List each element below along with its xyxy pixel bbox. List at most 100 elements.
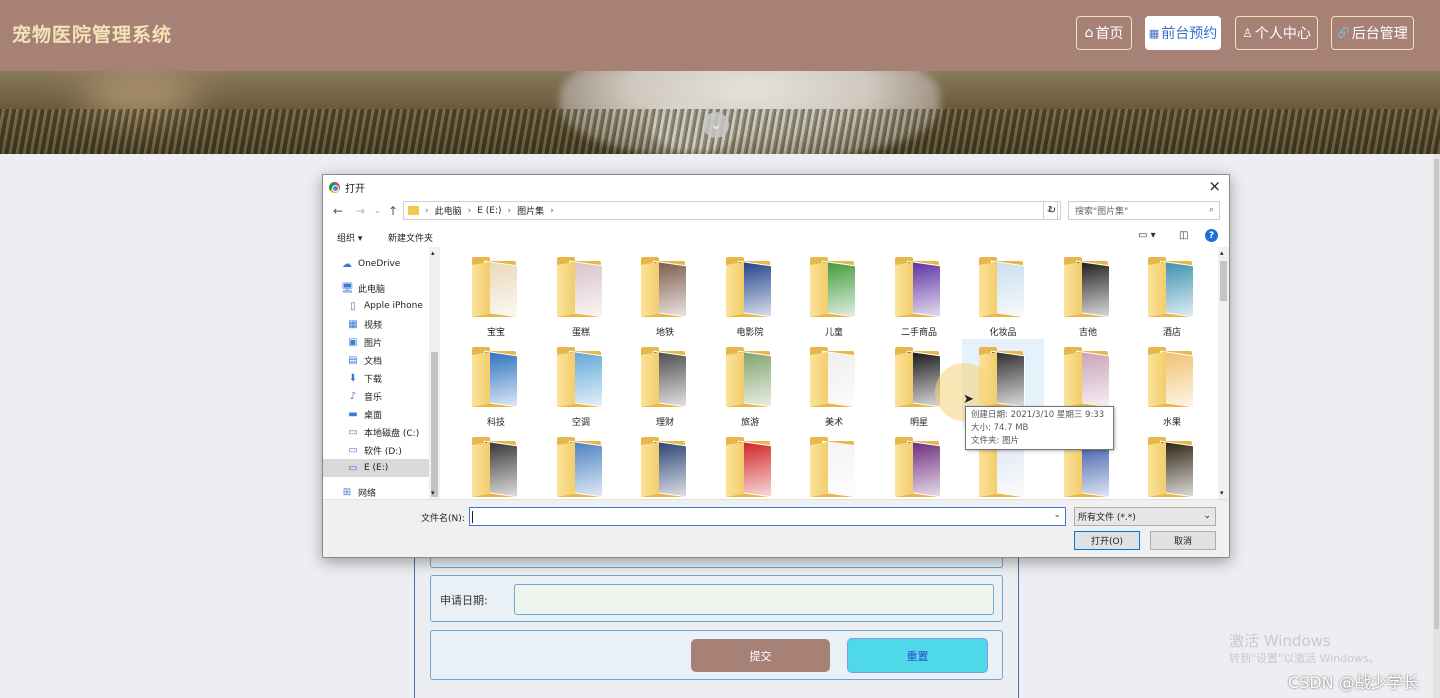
forward-arrow-icon[interactable]: → (355, 204, 365, 218)
cancel-button[interactable]: 取消 (1150, 531, 1216, 550)
breadcrumb-picture-set[interactable]: 图片集 (517, 204, 544, 217)
preview-pane-icon[interactable]: ◫ (1179, 230, 1188, 241)
back-arrow-icon[interactable]: ← (333, 204, 343, 218)
nav-profile-button[interactable]: ♙ 个人中心 (1235, 16, 1318, 50)
folder-item[interactable]: 二手商品 (878, 249, 960, 338)
filename-dropdown-chevron-icon[interactable]: ⌄ (1053, 510, 1061, 520)
navigation-pane: ☁ OneDrive 🖥 此电脑 ▯ Apple iPhone ▦ 视频 ▣ 图片 ▤ 文档 ⬇ 下载 ♪ 音… (323, 247, 441, 499)
folder-icon (810, 257, 858, 319)
folder-icon (1148, 257, 1196, 319)
tooltip-contains: 文件夹: 图片 (971, 436, 1020, 446)
filename-input[interactable]: ⌄ (469, 507, 1066, 526)
nav-pane-item-label: 软件 (D:) (364, 446, 402, 457)
folder-item[interactable] (540, 429, 622, 499)
folder-item[interactable]: 水果 (1131, 339, 1213, 428)
folder-item[interactable]: 酒店 (1131, 249, 1213, 338)
folder-item[interactable]: 科技 (455, 339, 537, 428)
document-icon: ▤ (348, 354, 358, 366)
scroll-up-icon[interactable]: ▴ (431, 249, 435, 257)
folder-item[interactable]: 空调 (540, 339, 622, 428)
folder-name: 蛋糕 (571, 328, 590, 338)
disk-icon: ▭ (348, 444, 358, 456)
nav-admin-label: 后台管理 (1351, 26, 1408, 42)
site-title[interactable]: 宠物医院管理系统 (12, 20, 172, 47)
submit-button[interactable]: 提交 (691, 639, 830, 672)
new-folder-button[interactable]: 新建文件夹 (388, 231, 433, 244)
folder-item[interactable]: 儿童 (793, 249, 875, 338)
folder-item[interactable] (878, 429, 960, 499)
breadcrumb-this-pc[interactable]: 此电脑 (435, 204, 462, 217)
page-scrollbar[interactable] (1433, 154, 1440, 698)
file-type-select[interactable]: 所有文件 (*.*) ⌄ (1074, 507, 1216, 526)
folder-name: 明星 (909, 418, 928, 428)
folder-icon (557, 257, 605, 319)
organize-menu[interactable]: 组织 ▾ (337, 231, 362, 244)
navigation-scrollbar[interactable]: ▴ ▾ (429, 247, 440, 499)
folder-icon (472, 437, 520, 499)
folder-icon (641, 257, 689, 319)
folder-item[interactable]: 宝宝 (455, 249, 537, 338)
folder-item[interactable] (793, 429, 875, 499)
search-input[interactable]: 搜索"图片集" ⌕ (1068, 201, 1220, 220)
folder-item[interactable]: 地铁 (624, 249, 706, 338)
folder-name: 儿童 (824, 328, 843, 338)
scroll-up-icon[interactable]: ▴ (1220, 249, 1224, 257)
folder-icon (641, 347, 689, 409)
recent-locations-chevron-icon[interactable]: ⌄ (374, 206, 381, 215)
breadcrumb-drive-e[interactable]: E (E:) (477, 206, 501, 216)
nav-home-label: 首页 (1095, 26, 1124, 42)
refresh-icon[interactable]: ↻ (1043, 201, 1061, 220)
dialog-toolbar: 组织 ▾ 新建文件夹 ▭ ▾ ◫ ? (323, 227, 1229, 247)
open-button[interactable]: 打开(O) (1074, 531, 1140, 550)
nav-pane-item-label: E (E:) (364, 463, 389, 473)
nav-home-button[interactable]: ⌂ 首页 (1076, 16, 1132, 50)
search-placeholder: 搜索"图片集" (1075, 207, 1129, 217)
folder-icon (1064, 257, 1112, 319)
up-arrow-icon[interactable]: ↑ (388, 204, 398, 218)
folder-name: 水果 (1162, 418, 1181, 428)
folder-item[interactable]: 吉他 (1047, 249, 1129, 338)
disk-icon: ▭ (348, 462, 358, 474)
nav-reservation-button[interactable]: ▦ 前台预约 (1145, 16, 1221, 50)
close-icon[interactable]: × (1208, 177, 1221, 195)
folder-item[interactable] (624, 429, 706, 499)
folder-icon (979, 257, 1027, 319)
nav-pane-item[interactable]: ▭ E (E:) (323, 459, 429, 477)
date-input[interactable] (514, 584, 994, 615)
help-icon[interactable]: ? (1205, 229, 1218, 242)
folder-item[interactable]: 化妆品 (962, 249, 1044, 338)
scroll-down-icon[interactable]: ▾ (431, 489, 435, 497)
form-row-date: 申请日期: (430, 575, 1003, 622)
folder-item[interactable] (1131, 429, 1213, 499)
nav-pane-item-label: 桌面 (364, 410, 383, 421)
folder-name: 空调 (571, 418, 590, 428)
folder-name: 宝宝 (486, 328, 505, 338)
folder-item[interactable]: 电影院 (709, 249, 791, 338)
folder-icon (472, 257, 520, 319)
desktop-icon: ▬ (348, 408, 358, 420)
folder-name: 美术 (824, 418, 843, 428)
nav-admin-button[interactable]: 🔗 后台管理 (1331, 16, 1414, 50)
file-view-scrollbar[interactable]: ▴ ▾ (1218, 247, 1229, 499)
file-open-dialog: 打开 × ← → ⌄ ↑ › 此电脑 › E (E:) › 图片集 › ⌄ ↻ … (322, 174, 1230, 558)
form-row-actions: 提交 重置 (430, 630, 1003, 680)
folder-item[interactable]: 理财 (624, 339, 706, 428)
dialog-titlebar: 打开 (329, 180, 365, 195)
nav-pane-item-label: 文档 (364, 356, 383, 367)
folder-name: 酒店 (1162, 328, 1181, 338)
scroll-down-icon[interactable]: ▾ (1220, 489, 1224, 497)
nav-pane-item-label: Apple iPhone (364, 301, 423, 311)
view-options-icon[interactable]: ▭ ▾ (1138, 230, 1156, 241)
folder-item[interactable]: 美术 (793, 339, 875, 428)
folder-item[interactable]: 旅游 (709, 339, 791, 428)
top-navigation-bar: 宠物医院管理系统 ⌂ 首页 ▦ 前台预约 ♙ 个人中心 🔗 后台管理 (0, 0, 1440, 71)
folder-icon (726, 257, 774, 319)
address-bar[interactable]: › 此电脑 › E (E:) › 图片集 › ⌄ (403, 201, 1058, 220)
folder-item[interactable] (455, 429, 537, 499)
video-icon: ▦ (348, 318, 358, 330)
folder-item[interactable] (709, 429, 791, 499)
reset-button[interactable]: 重置 (847, 638, 988, 673)
folder-icon (810, 347, 858, 409)
scroll-down-button[interactable]: ⌄ (703, 112, 729, 138)
folder-item[interactable]: 蛋糕 (540, 249, 622, 338)
